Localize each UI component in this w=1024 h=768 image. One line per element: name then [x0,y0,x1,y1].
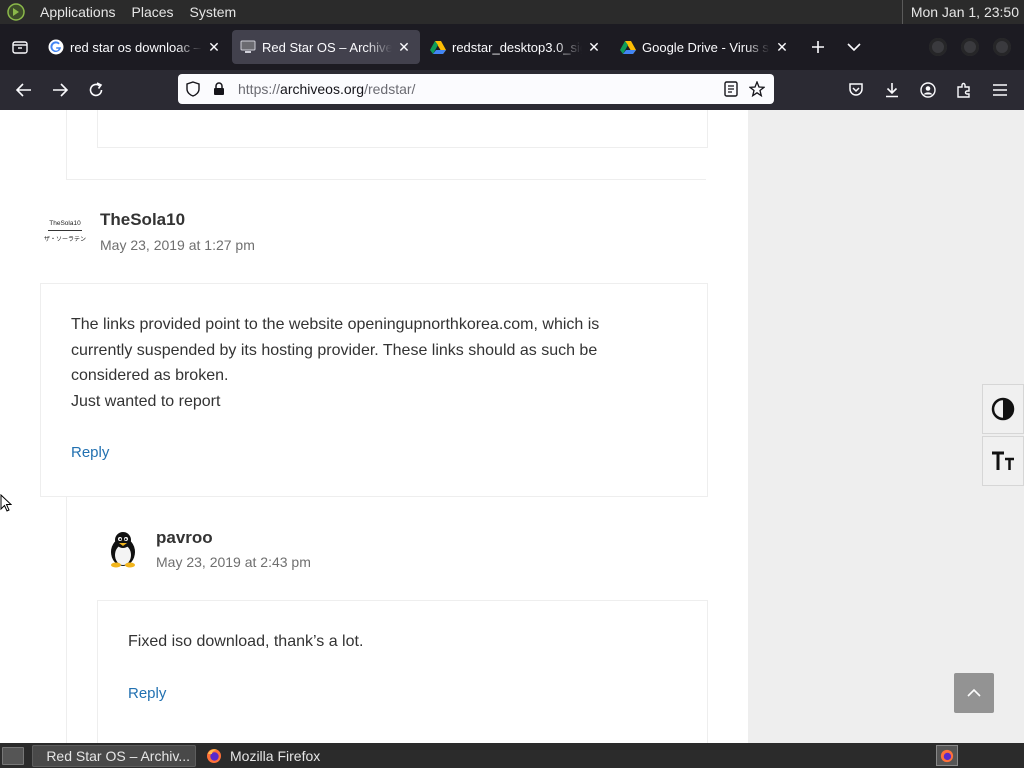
arrow-right-icon [53,83,68,97]
comment-date[interactable]: May 23, 2019 at 2:43 pm [156,554,311,570]
close-window-button[interactable] [993,38,1011,56]
comment-author[interactable]: pavroo [156,528,213,548]
tab-title: Google Drive - Virus scan warning [642,39,770,55]
shield-icon[interactable] [180,74,206,104]
minimize-window-button[interactable] [929,38,947,56]
firefox-icon [940,749,954,762]
text-size-icon [992,451,1014,470]
workspace-switcher[interactable] [936,745,958,766]
comment-date[interactable]: May 23, 2019 at 1:27 pm [100,237,255,253]
avatar-pavroo [105,530,141,568]
app-menu-button[interactable] [982,74,1018,106]
tab-red-star-os[interactable]: Red Star OS – ArchiveOS ✕ [232,30,420,64]
close-tab-icon[interactable]: ✕ [586,39,602,55]
comment-author[interactable]: TheSola10 [100,210,185,230]
puzzle-icon [957,82,970,98]
arrow-left-icon [16,83,31,97]
distro-logo-icon[interactable] [6,2,26,22]
tab-strip: red star os downloac – ArchiveOS ✕ Red S… [0,24,1024,70]
monitor-icon [240,39,256,55]
back-button[interactable] [6,74,42,106]
task-label: Mozilla Firefox [230,747,321,764]
pocket-button[interactable] [838,74,874,106]
tab-title: Red Star OS – ArchiveOS [262,39,392,55]
extensions-button[interactable] [946,74,982,106]
close-tab-icon[interactable]: ✕ [206,39,222,55]
firefox-view-icon [12,41,28,54]
tab-redstar-iso[interactable]: redstar_desktop3.0_sign.iso ✕ [422,30,610,64]
thread-line [66,497,67,743]
account-button[interactable] [910,74,946,106]
bookmark-star-icon[interactable] [744,74,770,104]
lock-icon[interactable] [206,74,232,104]
clock[interactable]: Mon Jan 1, 23:50 [901,0,1019,24]
google-drive-icon [620,39,636,55]
places-menu[interactable]: Places [124,0,182,24]
navigation-toolbar: https://archiveos.org/redstar/ [0,70,1024,110]
thread-line [66,110,67,180]
tab-google-search[interactable]: red star os downloac – ArchiveOS ✕ [40,30,230,64]
taskbar-item-red-star[interactable]: Red Star OS – Archiv... [32,744,196,767]
penguin-icon [111,532,135,568]
comment-body-box: The links provided point to the website … [40,283,708,497]
reader-view-icon[interactable] [718,74,744,104]
google-drive-icon [430,39,446,55]
tab-title: red star os downloac – ArchiveOS [70,39,202,55]
comment-body-box: Fixed iso download, thank’s a lot. Reply [97,600,708,743]
previous-comment-box [97,110,708,148]
reload-button[interactable] [78,74,114,106]
new-tab-button[interactable] [800,30,836,64]
address-bar[interactable]: https://archiveos.org/redstar/ [178,74,774,104]
close-tab-icon[interactable]: ✕ [774,39,790,55]
tab-title: redstar_desktop3.0_sign.iso [452,39,582,55]
mouse-pointer-icon [0,493,13,517]
font-size-button[interactable] [982,436,1024,486]
google-g-icon [48,39,64,55]
avatar-thesola10: TheSola10 ザ・ソーラテン [44,214,86,256]
url-domain: archiveos.org [280,81,365,97]
avatar-text-jp: ザ・ソーラテン [44,237,86,243]
avatar-text: TheSola10 [49,220,81,227]
comment-line: currently suspended by its hosting provi… [71,341,598,359]
show-desktop-icon[interactable] [2,746,24,765]
maximize-window-button[interactable] [961,38,979,56]
close-tab-icon[interactable]: ✕ [396,39,412,55]
taskbar-item-firefox[interactable]: Mozilla Firefox [200,745,326,767]
firefox-icon [207,748,221,763]
top-panel: Applications Places System Mon Jan 1, 23… [0,0,1024,24]
reply-link[interactable]: Reply [128,685,166,702]
url-scheme: https:// [238,81,281,97]
chevron-down-icon [847,43,861,52]
avatar-rule [48,230,82,231]
task-label: Red Star OS – Archiv... [46,747,190,764]
download-icon [886,83,898,98]
system-menu[interactable]: System [182,0,245,24]
hamburger-menu-icon [993,84,1007,96]
high-contrast-button[interactable] [982,384,1024,434]
comment-text: The links provided point to the website … [71,312,691,414]
contrast-icon [991,397,1015,421]
applications-menu[interactable]: Applications [32,0,124,24]
bottom-taskbar: Red Star OS – Archiv... Mozilla Firefox [0,743,1024,768]
tab-google-drive[interactable]: Google Drive - Virus scan warning ✕ [612,30,798,64]
downloads-button[interactable] [874,74,910,106]
plus-icon [812,41,824,53]
scroll-to-top-button[interactable] [954,673,994,713]
forward-button[interactable] [42,74,78,106]
comment-line: The links provided point to the website … [71,316,600,333]
list-all-tabs-button[interactable] [836,30,872,64]
reply-link[interactable]: Reply [71,444,109,461]
web-page: TheSola10 ザ・ソーラテン TheSola10 May 23, 2019… [0,110,1024,743]
pocket-icon [849,83,863,96]
account-icon [920,82,936,98]
url-path: /redstar/ [364,81,416,97]
firefox-view-button[interactable] [0,24,40,70]
comment-divider [66,179,706,180]
comment-line: Just wanted to report [71,392,221,410]
comment-line: considered as broken. [71,367,229,384]
reload-icon [89,82,103,97]
chevron-up-icon [967,688,981,697]
comment-text: Fixed iso download, thank’s a lot. [128,633,364,650]
url-text[interactable]: https://archiveos.org/redstar/ [238,81,415,97]
